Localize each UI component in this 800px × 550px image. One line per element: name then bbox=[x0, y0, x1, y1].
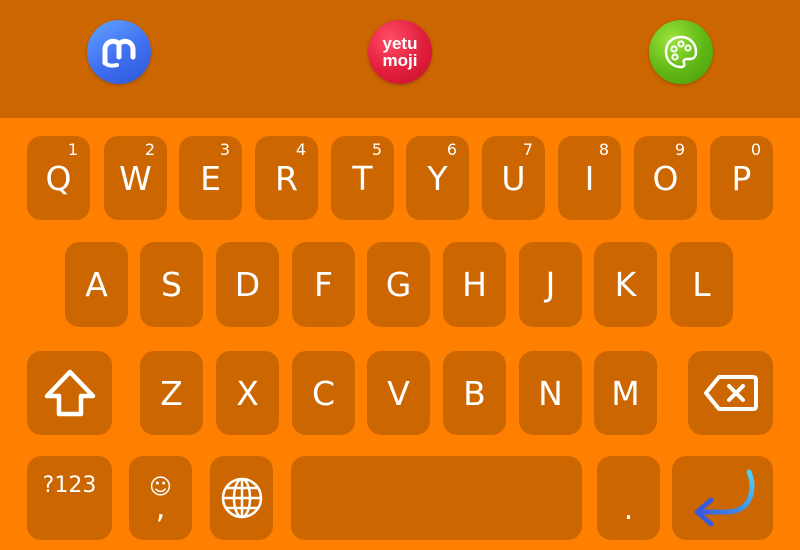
key-j[interactable]: J bbox=[519, 242, 582, 327]
period-label: . bbox=[623, 491, 634, 527]
key-d[interactable]: D bbox=[216, 242, 279, 327]
key-label: G bbox=[385, 265, 412, 304]
key-b[interactable]: B bbox=[443, 351, 506, 435]
key-v[interactable]: V bbox=[367, 351, 430, 435]
backspace-icon bbox=[703, 375, 758, 411]
key-hint: 3 bbox=[219, 140, 230, 159]
globe-icon bbox=[221, 477, 262, 519]
key-label: C bbox=[311, 373, 336, 413]
key-e[interactable]: E 3 bbox=[179, 136, 242, 220]
key-hint: 0 bbox=[750, 140, 761, 159]
key-w[interactable]: W 2 bbox=[104, 136, 167, 220]
language-key[interactable] bbox=[210, 456, 273, 540]
key-y[interactable]: Y 6 bbox=[406, 136, 469, 220]
key-s[interactable]: S bbox=[140, 242, 203, 327]
enter-icon bbox=[694, 469, 754, 527]
key-label: N bbox=[538, 373, 563, 413]
key-hint: 2 bbox=[144, 140, 155, 159]
key-label: M bbox=[611, 373, 640, 413]
enter-key[interactable] bbox=[672, 456, 773, 540]
key-r[interactable]: R 4 bbox=[255, 136, 318, 220]
key-hint: 4 bbox=[295, 140, 306, 159]
key-label: R bbox=[275, 158, 298, 198]
key-label: S bbox=[161, 265, 182, 304]
shift-icon bbox=[44, 369, 95, 417]
key-u[interactable]: U 7 bbox=[482, 136, 545, 220]
key-m[interactable]: M bbox=[594, 351, 657, 435]
backspace-key[interactable] bbox=[688, 351, 773, 435]
key-label: I bbox=[584, 158, 595, 198]
yetumoji-label-1: yetu bbox=[382, 34, 418, 53]
key-hint: 9 bbox=[674, 140, 685, 159]
mastodon-icon[interactable] bbox=[87, 20, 151, 84]
key-t[interactable]: T 5 bbox=[331, 136, 394, 220]
yetumoji-icon[interactable]: yetu moji bbox=[368, 20, 432, 84]
key-hint: 8 bbox=[598, 140, 609, 159]
palette-icon[interactable] bbox=[649, 20, 713, 84]
key-l[interactable]: L bbox=[670, 242, 733, 327]
key-n[interactable]: N bbox=[519, 351, 582, 435]
key-label: V bbox=[387, 373, 410, 413]
space-key[interactable] bbox=[291, 456, 582, 540]
key-label: F bbox=[314, 265, 333, 304]
symbols-label: ?123 bbox=[42, 472, 97, 498]
key-hint: 1 bbox=[67, 140, 78, 159]
key-label: L bbox=[692, 265, 711, 304]
key-g[interactable]: G bbox=[367, 242, 430, 327]
key-label: O bbox=[652, 158, 679, 198]
key-label: T bbox=[352, 158, 373, 198]
key-o[interactable]: O 9 bbox=[634, 136, 697, 220]
key-label: Z bbox=[160, 373, 183, 413]
key-label: D bbox=[234, 265, 261, 304]
app-toolbar: yetu moji bbox=[0, 0, 800, 118]
key-a[interactable]: A bbox=[65, 242, 128, 327]
key-label: X bbox=[236, 373, 259, 413]
comma-label: , bbox=[155, 491, 166, 526]
key-label: B bbox=[463, 373, 486, 413]
period-key[interactable]: . bbox=[597, 456, 660, 540]
key-hint: 5 bbox=[371, 140, 382, 159]
key-k[interactable]: K bbox=[594, 242, 657, 327]
key-hint: 6 bbox=[446, 140, 457, 159]
key-q[interactable]: Q 1 bbox=[27, 136, 90, 220]
key-label: U bbox=[501, 158, 526, 198]
key-label: K bbox=[614, 265, 637, 304]
yetumoji-label-2: moji bbox=[382, 51, 418, 70]
symbols-key[interactable]: ?123 bbox=[27, 456, 112, 540]
key-x[interactable]: X bbox=[216, 351, 279, 435]
key-z[interactable]: Z bbox=[140, 351, 203, 435]
key-c[interactable]: C bbox=[292, 351, 355, 435]
key-label: A bbox=[85, 265, 108, 304]
shift-key[interactable] bbox=[27, 351, 112, 435]
key-label: Q bbox=[45, 158, 72, 198]
key-p[interactable]: P 0 bbox=[710, 136, 773, 220]
key-h[interactable]: H bbox=[443, 242, 506, 327]
key-i[interactable]: I 8 bbox=[558, 136, 621, 220]
key-f[interactable]: F bbox=[292, 242, 355, 327]
key-label: Y bbox=[427, 158, 448, 198]
yetumoji-logo-text: yetu moji bbox=[383, 35, 418, 69]
key-label: H bbox=[462, 265, 487, 304]
key-label: J bbox=[545, 265, 556, 304]
key-label: W bbox=[119, 158, 152, 198]
emoji-comma-key[interactable]: ☺ , bbox=[129, 456, 192, 540]
key-label: P bbox=[731, 158, 752, 198]
key-label: E bbox=[200, 158, 221, 198]
key-hint: 7 bbox=[522, 140, 533, 159]
